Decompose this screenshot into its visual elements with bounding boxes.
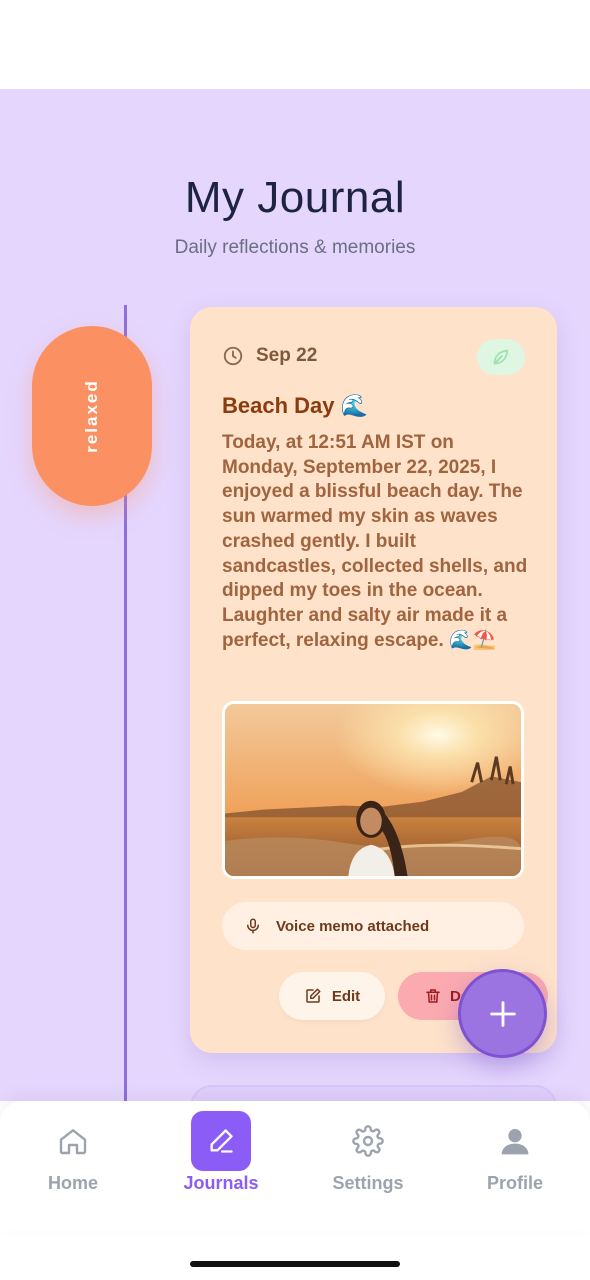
- tab-profile-label: Profile: [486, 1173, 543, 1193]
- edit-icon: [306, 988, 321, 1003]
- tab-settings-label: Settings: [332, 1173, 404, 1193]
- tab-journals[interactable]: Journals: [151, 1101, 291, 1231]
- voice-memo-label: Voice memo attached: [276, 917, 430, 935]
- plus-icon: [489, 1000, 516, 1027]
- voice-memo-chip[interactable]: Voice memo attached: [222, 902, 524, 950]
- leaf-badge: [477, 339, 525, 375]
- next-journal-card[interactable]: [190, 1085, 557, 1101]
- tab-home-label: Home: [47, 1173, 98, 1193]
- tab-journals-label: Journals: [183, 1173, 259, 1193]
- page-subtitle: Daily reflections & memories: [174, 237, 416, 258]
- edit-button[interactable]: Edit: [279, 972, 385, 1020]
- beach-photo-illustration: [225, 704, 521, 876]
- entry-body: Today, at 12:51 AM IST on Monday, Septem…: [222, 432, 528, 651]
- tab-home[interactable]: Home: [3, 1101, 143, 1231]
- entry-date-text: Sep 22: [256, 345, 318, 366]
- edit-label: Edit: [331, 987, 361, 1005]
- leaf-icon: [493, 349, 509, 365]
- tab-settings[interactable]: Settings: [298, 1101, 438, 1231]
- mood-tag: relaxed: [32, 326, 152, 506]
- home-indicator: [190, 1261, 400, 1267]
- add-entry-button[interactable]: [458, 969, 547, 1058]
- user-icon: [485, 1111, 545, 1171]
- microphone-icon: [247, 918, 259, 934]
- journal-screen: My Journal Daily reflections & memories …: [0, 89, 590, 1101]
- tab-profile[interactable]: Profile: [445, 1101, 585, 1231]
- trash-icon: [426, 989, 440, 1003]
- mood-label: relaxed: [81, 379, 101, 453]
- bottom-tab-bar: Home Journals Settings Profile: [0, 1101, 590, 1231]
- pencil-icon: [191, 1111, 251, 1171]
- entry-date: Sep 22: [222, 345, 317, 367]
- entry-photo[interactable]: [222, 701, 524, 879]
- gear-icon: [338, 1111, 398, 1171]
- page-title: My Journal: [184, 173, 406, 222]
- home-icon: [43, 1111, 103, 1171]
- clock-icon: [223, 346, 243, 366]
- journal-entry-card[interactable]: Sep 22 Beach Day 🌊 Today, at 12:51 AM IS…: [190, 307, 557, 1053]
- status-bar-area: [0, 0, 590, 89]
- entry-title: Beach Day 🌊: [222, 393, 369, 418]
